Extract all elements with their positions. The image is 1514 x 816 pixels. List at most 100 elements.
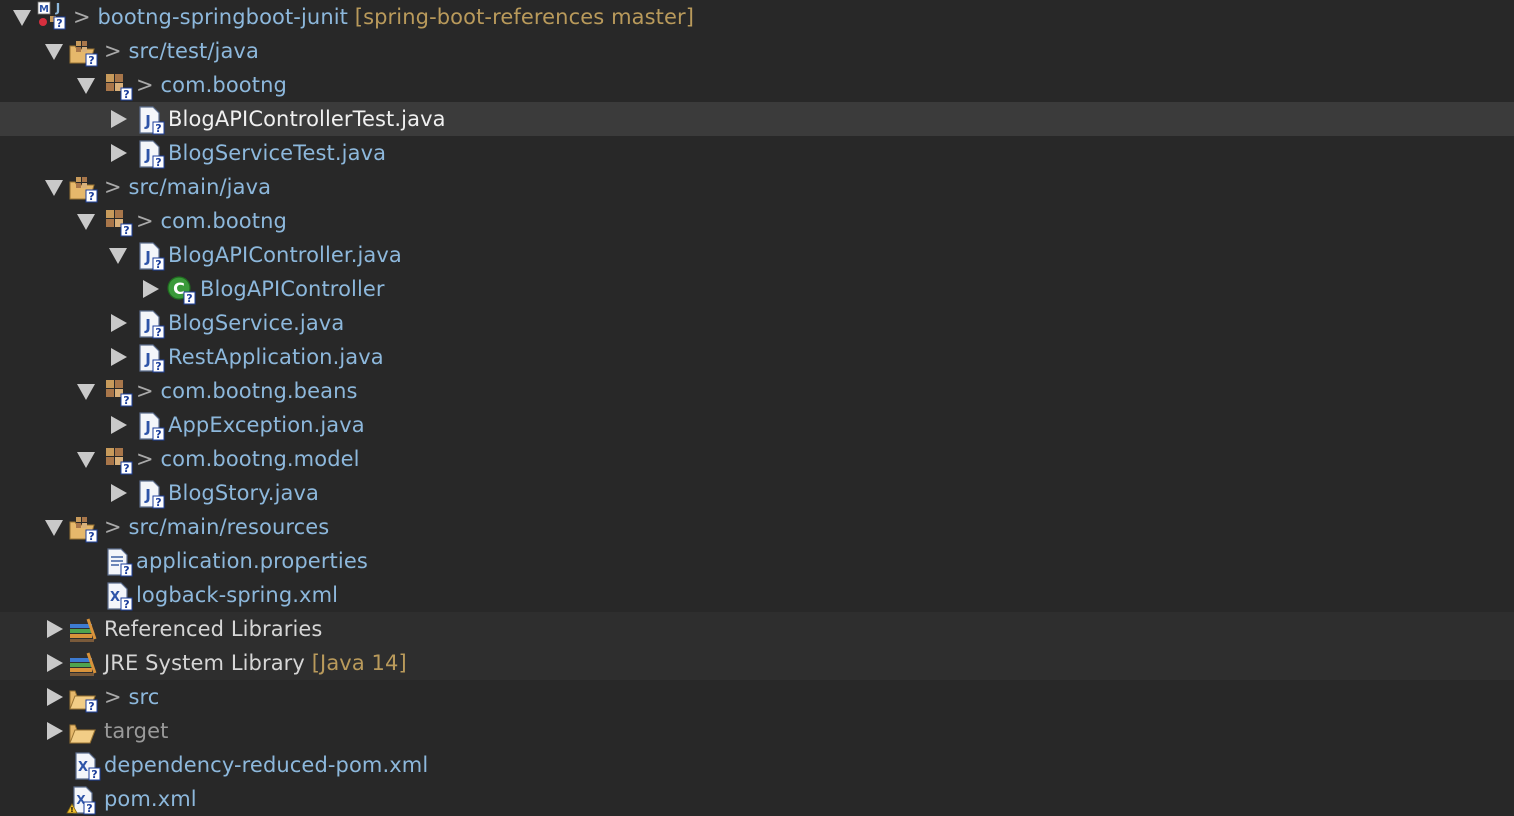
tree-row-blogstory[interactable]: BlogStory.java: [0, 476, 1514, 510]
tree-row-blogapicontrollertest[interactable]: BlogAPIControllerTest.java: [0, 102, 1514, 136]
xml-file-icon: [71, 751, 101, 781]
expand-arrow-icon[interactable]: [45, 44, 63, 60]
tree-row-dependency-reduced-pom[interactable]: dependency-reduced-pom.xml: [0, 748, 1514, 782]
tree-row-src-main-java[interactable]: > src/main/java: [0, 170, 1514, 204]
java-file-icon: [135, 241, 165, 271]
class-name: BlogAPIController: [200, 277, 385, 301]
file-name: pom.xml: [104, 787, 197, 811]
class-icon: [166, 275, 196, 305]
java-file-icon: [135, 343, 165, 373]
tree-row-restapplication[interactable]: RestApplication.java: [0, 340, 1514, 374]
tree-row-blogservicetest[interactable]: BlogServiceTest.java: [0, 136, 1514, 170]
package-icon: [103, 71, 133, 101]
git-dirty-marker: >: [136, 73, 154, 97]
package-explorer-tree: > bootng-springboot-junit [spring-boot-r…: [0, 0, 1514, 816]
tree-row-package-main[interactable]: > com.bootng: [0, 204, 1514, 238]
tree-row-blogapicontroller-java[interactable]: BlogAPIController.java: [0, 238, 1514, 272]
package-name: com.bootng: [160, 73, 287, 97]
folder-name: src/main/java: [128, 175, 272, 199]
tree-row-folder-target[interactable]: target: [0, 714, 1514, 748]
file-name: dependency-reduced-pom.xml: [104, 753, 429, 777]
library-icon: [68, 649, 98, 679]
library-icon: [68, 615, 98, 645]
expand-arrow-icon[interactable]: [77, 384, 95, 400]
source-folder-icon: [68, 37, 98, 67]
expand-arrow-icon[interactable]: [77, 214, 95, 230]
collapse-arrow-icon[interactable]: [111, 484, 127, 502]
tree-row-referenced-libraries[interactable]: Referenced Libraries: [0, 612, 1514, 646]
maven-project-icon: [36, 0, 66, 30]
package-icon: [103, 445, 133, 475]
tree-row-package-test[interactable]: > com.bootng: [0, 68, 1514, 102]
package-icon: [103, 377, 133, 407]
java-file-icon: [135, 309, 165, 339]
collapse-arrow-icon[interactable]: [47, 722, 63, 740]
xml-file-icon: [103, 581, 133, 611]
collapse-arrow-icon[interactable]: [143, 280, 159, 298]
folder-name: target: [104, 719, 169, 743]
git-dirty-marker: >: [73, 5, 91, 29]
git-dirty-marker: >: [104, 685, 122, 709]
tree-row-blogservice[interactable]: BlogService.java: [0, 306, 1514, 340]
properties-file-icon: [103, 547, 133, 577]
folder-icon: [68, 717, 98, 747]
project-name: bootng-springboot-junit: [97, 5, 349, 29]
tree-row-application-properties[interactable]: application.properties: [0, 544, 1514, 578]
tree-row-appexception[interactable]: AppException.java: [0, 408, 1514, 442]
git-branch-decoration: [spring-boot-references master]: [354, 5, 695, 29]
expand-arrow-icon[interactable]: [13, 10, 31, 26]
tree-row-package-model[interactable]: > com.bootng.model: [0, 442, 1514, 476]
tree-row-package-beans[interactable]: > com.bootng.beans: [0, 374, 1514, 408]
collapse-arrow-icon[interactable]: [111, 144, 127, 162]
file-name: application.properties: [136, 549, 368, 573]
library-name: Referenced Libraries: [104, 617, 323, 641]
expand-arrow-icon[interactable]: [77, 78, 95, 94]
expand-arrow-icon[interactable]: [109, 248, 127, 264]
file-name: BlogService.java: [168, 311, 345, 335]
library-name: JRE System Library: [104, 651, 305, 675]
folder-name: src/main/resources: [128, 515, 330, 539]
package-icon: [103, 207, 133, 237]
source-folder-icon: [68, 513, 98, 543]
java-file-icon: [135, 139, 165, 169]
tree-row-pom[interactable]: pom.xml: [0, 782, 1514, 816]
source-folder-icon: [68, 173, 98, 203]
jre-version-decoration: [Java 14]: [311, 651, 407, 675]
file-name: BlogAPIControllerTest.java: [168, 107, 446, 131]
git-dirty-marker: >: [104, 39, 122, 63]
collapse-arrow-icon[interactable]: [111, 348, 127, 366]
collapse-arrow-icon[interactable]: [47, 688, 63, 706]
expand-arrow-icon[interactable]: [45, 180, 63, 196]
file-name: BlogStory.java: [168, 481, 319, 505]
collapse-arrow-icon[interactable]: [111, 110, 127, 128]
collapse-arrow-icon[interactable]: [47, 654, 63, 672]
git-dirty-marker: >: [136, 379, 154, 403]
file-name: BlogServiceTest.java: [168, 141, 387, 165]
folder-name: src/test/java: [128, 39, 259, 63]
package-name: com.bootng.model: [160, 447, 360, 471]
package-name: com.bootng: [160, 209, 287, 233]
tree-row-class-blogapicontroller[interactable]: BlogAPIController: [0, 272, 1514, 306]
git-dirty-marker: >: [136, 447, 154, 471]
file-name: RestApplication.java: [168, 345, 384, 369]
pom-warning-icon: [66, 785, 96, 815]
file-name: AppException.java: [168, 413, 365, 437]
tree-row-logback-spring[interactable]: logback-spring.xml: [0, 578, 1514, 612]
java-file-icon: [135, 411, 165, 441]
tree-row-jre-system-library[interactable]: JRE System Library [Java 14]: [0, 646, 1514, 680]
java-file-icon: [135, 479, 165, 509]
git-dirty-marker: >: [136, 209, 154, 233]
collapse-arrow-icon[interactable]: [111, 416, 127, 434]
collapse-arrow-icon[interactable]: [111, 314, 127, 332]
tree-row-src-main-resources[interactable]: > src/main/resources: [0, 510, 1514, 544]
collapse-arrow-icon[interactable]: [47, 620, 63, 638]
expand-arrow-icon[interactable]: [77, 452, 95, 468]
file-name: BlogAPIController.java: [168, 243, 402, 267]
tree-row-project[interactable]: > bootng-springboot-junit [spring-boot-r…: [0, 0, 1514, 34]
tree-row-src-test-java[interactable]: > src/test/java: [0, 34, 1514, 68]
java-file-icon: [135, 105, 165, 135]
folder-icon: [68, 683, 98, 713]
package-name: com.bootng.beans: [160, 379, 358, 403]
tree-row-folder-src[interactable]: > src: [0, 680, 1514, 714]
expand-arrow-icon[interactable]: [45, 520, 63, 536]
